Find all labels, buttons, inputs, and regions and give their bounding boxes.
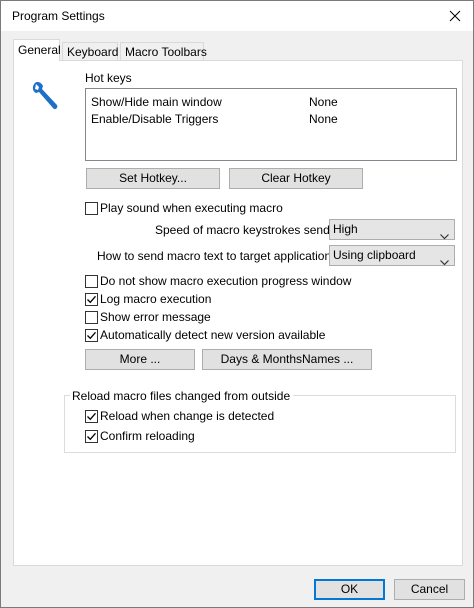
ok-button[interactable]: OK: [314, 579, 385, 600]
hotkey-value: None: [309, 112, 338, 126]
cancel-button[interactable]: Cancel: [394, 579, 465, 600]
more-button[interactable]: More ...: [85, 349, 195, 370]
no-progress-checkbox[interactable]: [85, 275, 98, 288]
reload-on-change-checkbox[interactable]: [85, 410, 98, 423]
send-method-select-value: Using clipboard: [333, 248, 416, 262]
auto-detect-label: Automatically detect new version availab…: [100, 328, 326, 342]
play-sound-label: Play sound when executing macro: [100, 201, 283, 215]
log-execution-label: Log macro execution: [100, 292, 212, 306]
close-icon[interactable]: [443, 4, 467, 28]
tab-macro-toolbars-label: Macro Toolbars: [125, 45, 207, 59]
no-progress-label: Do not show macro execution progress win…: [100, 274, 352, 288]
hotkey-value: None: [309, 95, 338, 109]
tab-macro-toolbars[interactable]: Macro Toolbars: [120, 42, 207, 60]
reload-on-change-label: Reload when change is detected: [100, 409, 275, 423]
window-title: Program Settings: [12, 9, 105, 23]
tab-general-label: General: [18, 43, 61, 57]
auto-detect-checkbox[interactable]: [85, 329, 98, 342]
title-bar: Program Settings: [1, 1, 473, 31]
chevron-down-icon: [440, 227, 449, 240]
program-settings-window: Program Settings General Keyboard Macro …: [0, 0, 474, 608]
log-execution-checkbox[interactable]: [85, 293, 98, 306]
tab-keyboard[interactable]: Keyboard: [62, 42, 118, 60]
hotkey-name: Show/Hide main window: [91, 95, 222, 109]
send-method-label: How to send macro text to target applica…: [97, 249, 348, 263]
wrench-icon: [31, 81, 59, 111]
confirm-reloading-label: Confirm reloading: [100, 429, 195, 443]
send-method-select[interactable]: Using clipboard: [329, 245, 455, 266]
show-error-checkbox[interactable]: [85, 311, 98, 324]
hotkey-list[interactable]: Show/Hide main window None Enable/Disabl…: [85, 88, 457, 161]
show-error-label: Show error message: [100, 310, 211, 324]
speed-select-value: High: [333, 222, 358, 236]
days-months-names-button[interactable]: Days & MonthsNames ...: [202, 349, 372, 370]
speed-select[interactable]: High: [329, 219, 455, 240]
hotkeys-label: Hot keys: [85, 71, 132, 85]
chevron-down-icon: [440, 253, 449, 266]
list-item[interactable]: Enable/Disable Triggers None: [91, 111, 451, 127]
clear-hotkey-button[interactable]: Clear Hotkey: [229, 168, 363, 189]
hotkey-name: Enable/Disable Triggers: [91, 112, 219, 126]
reload-group: [64, 395, 456, 453]
list-item[interactable]: Show/Hide main window None: [91, 94, 451, 110]
set-hotkey-button[interactable]: Set Hotkey...: [86, 168, 220, 189]
speed-label: Speed of macro keystrokes sending:: [155, 223, 350, 237]
tab-general[interactable]: General: [13, 39, 61, 61]
confirm-reloading-checkbox[interactable]: [85, 430, 98, 443]
reload-group-title: Reload macro files changed from outside: [70, 389, 294, 403]
tab-keyboard-label: Keyboard: [67, 45, 119, 59]
play-sound-checkbox[interactable]: [85, 202, 98, 215]
